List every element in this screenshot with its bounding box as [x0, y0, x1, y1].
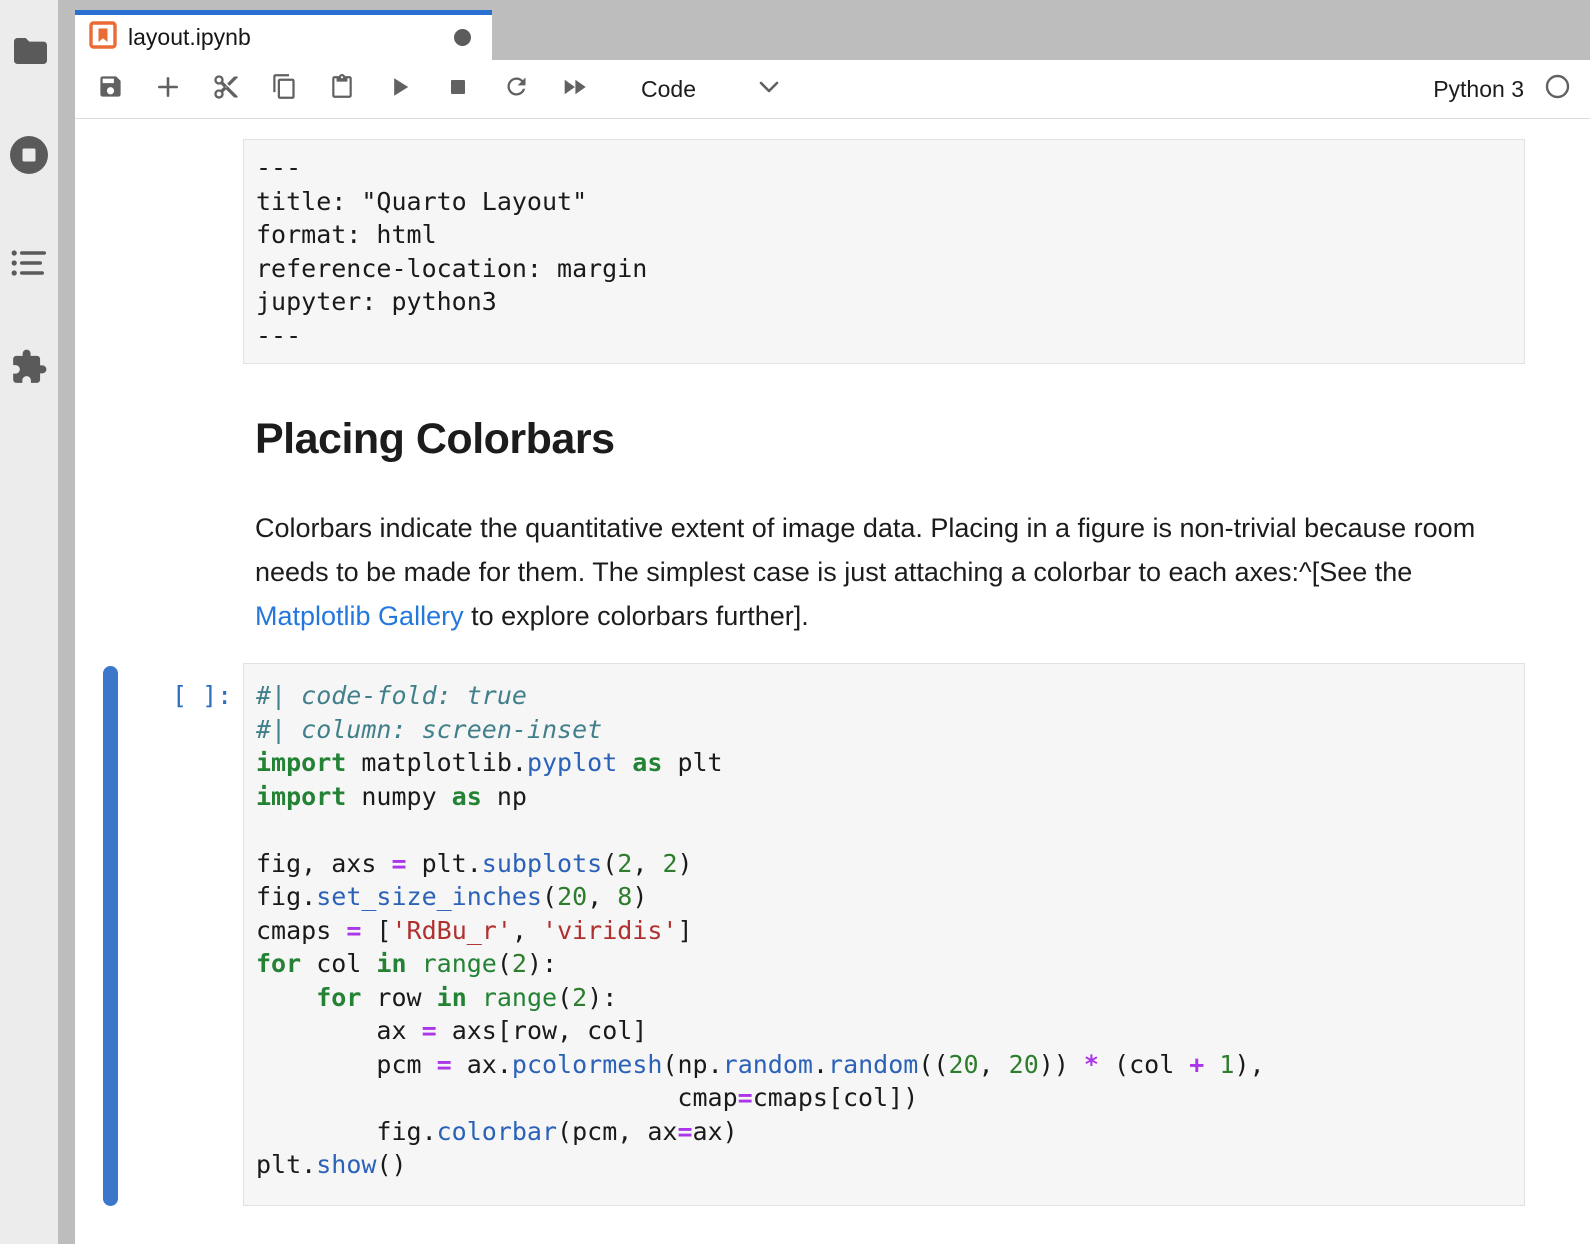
paragraph-text-after: to explore colorbars further].: [464, 601, 809, 631]
restart-kernel-button[interactable]: [501, 74, 531, 104]
notebook-file-icon: [89, 21, 117, 54]
copy-cells-button[interactable]: [269, 74, 299, 104]
scissors-icon: [212, 73, 240, 106]
markdown-heading: Placing Colorbars: [255, 413, 1590, 465]
notebook-content: --- title: "Quarto Layout" format: html …: [75, 119, 1590, 1244]
kernel-name[interactable]: Python 3: [1433, 76, 1524, 103]
kernel-status-circle-icon: [1545, 74, 1570, 104]
code-cell-source[interactable]: #| code-fold: true#| column: screen-inse…: [243, 663, 1525, 1206]
markdown-paragraph: Colorbars indicate the quantitative exte…: [255, 506, 1500, 638]
execution-prompt: [ ]:: [172, 679, 232, 713]
fast-forward-icon: [560, 73, 588, 106]
copy-icon: [271, 73, 298, 105]
sidebar-item-table-of-contents[interactable]: [0, 236, 58, 294]
raw-cell-source[interactable]: --- title: "Quarto Layout" format: html …: [243, 139, 1525, 364]
main-panel: layout.ipynb: [75, 0, 1590, 1244]
save-button[interactable]: [95, 74, 125, 104]
restart-run-all-button[interactable]: [559, 74, 589, 104]
save-icon: [97, 73, 124, 105]
raw-cell: --- title: "Quarto Layout" format: html …: [75, 139, 1590, 364]
sidebar-item-extensions[interactable]: [0, 340, 58, 398]
markdown-cell[interactable]: Placing Colorbars Colorbars indicate the…: [75, 413, 1590, 638]
code-cell: [ ]: #| code-fold: true#| column: screen…: [75, 663, 1590, 1209]
play-icon: [386, 73, 414, 106]
active-cell-collapser[interactable]: [103, 666, 118, 1206]
chevron-down-icon: [696, 80, 780, 99]
unsaved-changes-indicator: [454, 29, 471, 46]
matplotlib-gallery-link[interactable]: Matplotlib Gallery: [255, 601, 464, 631]
tab-title: layout.ipynb: [128, 24, 251, 51]
sidebar-item-running-sessions[interactable]: [0, 128, 58, 186]
left-activity-bar: [0, 0, 58, 1244]
refresh-icon: [503, 73, 530, 105]
cut-cells-button[interactable]: [211, 74, 241, 104]
paste-cells-button[interactable]: [327, 74, 357, 104]
clipboard-icon: [329, 74, 355, 105]
plus-icon: [155, 74, 181, 105]
notebook-toolbar: Code Python 3: [75, 60, 1590, 119]
list-icon: [11, 249, 47, 282]
stop-circle-icon: [8, 134, 50, 181]
insert-cell-button[interactable]: [153, 74, 183, 104]
paragraph-text: Colorbars indicate the quantitative exte…: [255, 513, 1475, 587]
cell-type-value: Code: [641, 76, 696, 103]
run-cell-button[interactable]: [385, 74, 415, 104]
tab-layout-ipynb[interactable]: layout.ipynb: [75, 10, 492, 60]
puzzle-icon: [10, 348, 48, 391]
folder-icon: [11, 36, 47, 71]
stop-icon: [446, 75, 470, 104]
kernel-indicator: Python 3: [1433, 74, 1570, 104]
cell-type-dropdown[interactable]: Code: [641, 76, 780, 103]
sidebar-item-file-browser[interactable]: [0, 24, 58, 82]
interrupt-kernel-button[interactable]: [443, 74, 473, 104]
